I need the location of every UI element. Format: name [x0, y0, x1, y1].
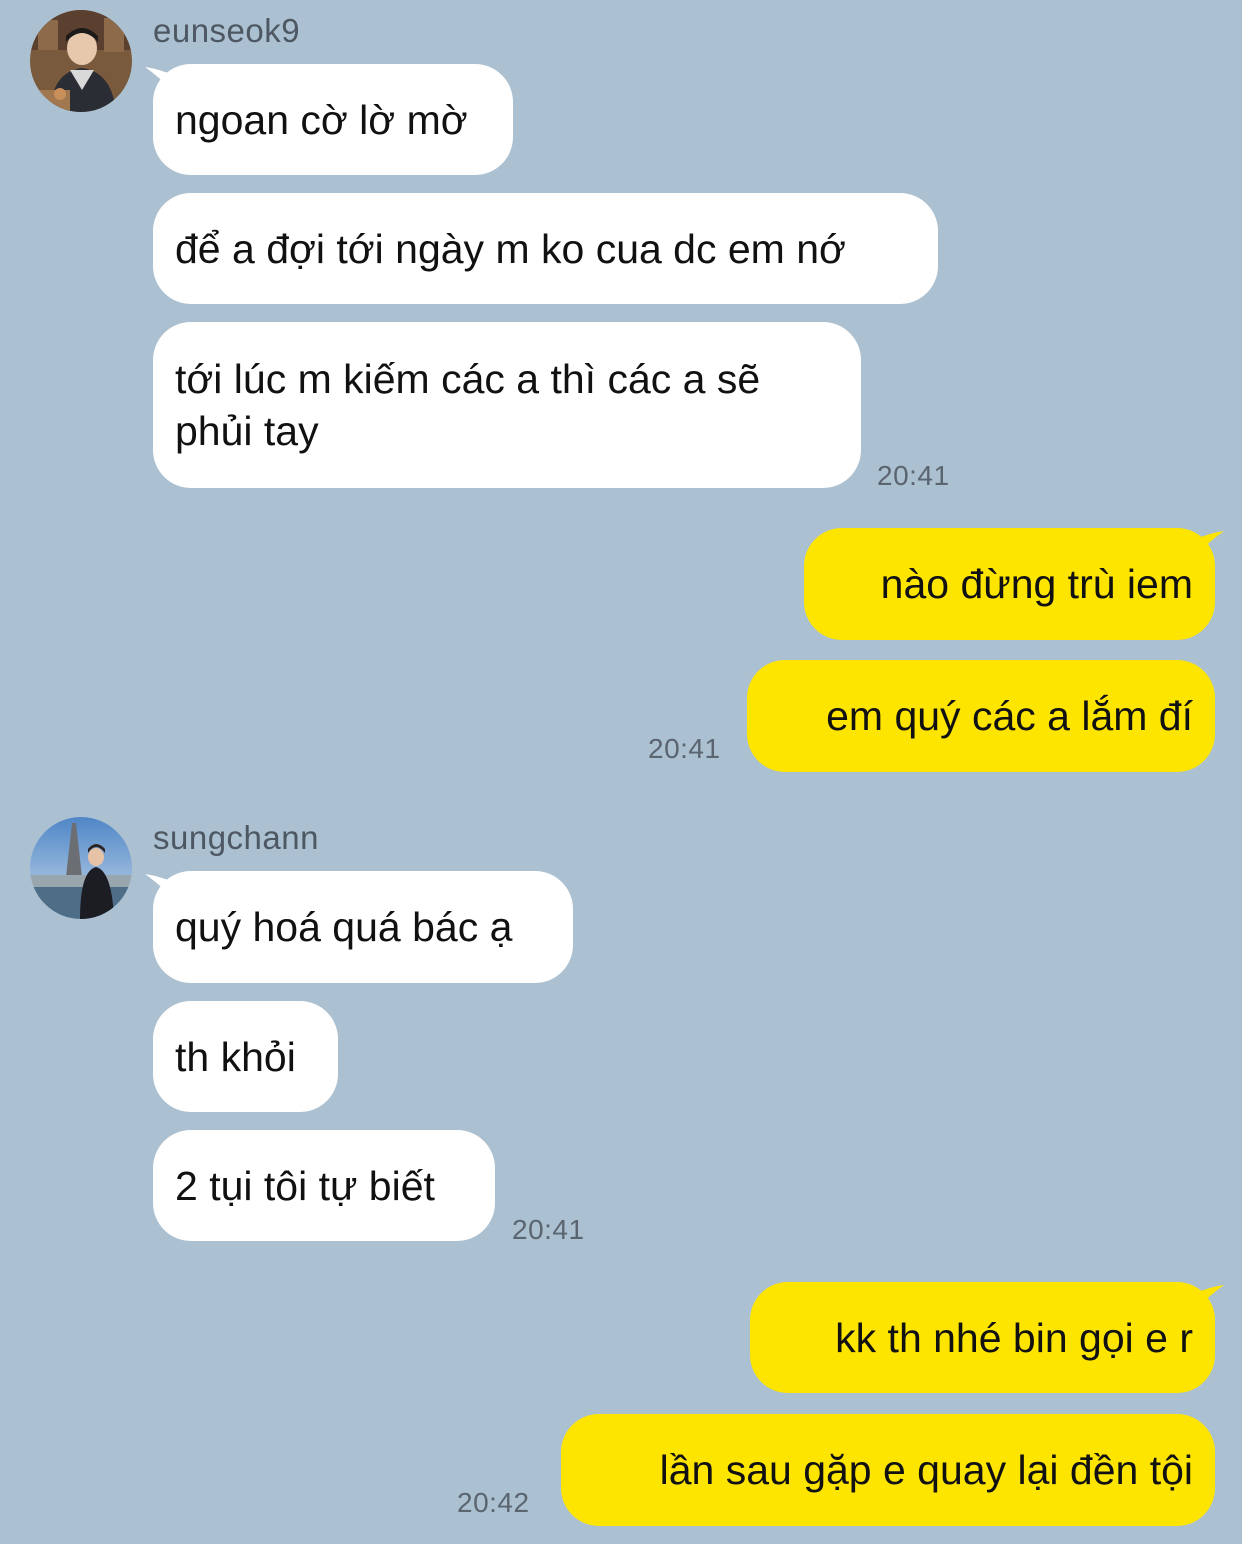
avatar-sungchann[interactable]	[30, 817, 132, 919]
message-bubble[interactable]: th khỏi	[153, 1001, 338, 1112]
message-bubble[interactable]: lần sau gặp e quay lại đền tội	[561, 1414, 1215, 1526]
avatar-eunseok9[interactable]	[30, 10, 132, 112]
message-bubble[interactable]: ngoan cờ lờ mờ	[153, 64, 513, 175]
message-text: tới lúc m kiếm các a thì các a sẽ phủi t…	[175, 356, 761, 454]
message-text: để a đợi tới ngày m ko cua dc em nớ	[175, 225, 846, 272]
message-timestamp: 20:41	[648, 733, 721, 764]
message-text: lần sau gặp e quay lại đền tội	[659, 1447, 1193, 1493]
message-timestamp: 20:42	[457, 1487, 530, 1518]
profile-photo-icon	[30, 817, 132, 919]
message-bubble[interactable]: 2 tụi tôi tự biết	[153, 1130, 495, 1241]
message-text: th khỏi	[175, 1033, 296, 1080]
message-text: 2 tụi tôi tự biết	[175, 1162, 435, 1209]
sender-name-eunseok9: eunseok9	[153, 12, 301, 49]
message-timestamp: 20:41	[512, 1214, 585, 1245]
message-text: em quý các a lắm đí	[826, 693, 1193, 739]
message-bubble[interactable]: quý hoá quá bác ạ	[153, 871, 573, 983]
profile-photo-icon	[30, 10, 132, 112]
message-bubble[interactable]: em quý các a lắm đí	[747, 660, 1215, 772]
message-timestamp: 20:41	[877, 460, 950, 491]
message-text: nào đừng trù iem	[880, 561, 1193, 607]
message-bubble[interactable]: kk th nhé bin gọi e r	[750, 1282, 1215, 1393]
message-text: quý hoá quá bác ạ	[175, 904, 513, 950]
message-text: kk th nhé bin gọi e r	[835, 1314, 1193, 1361]
message-text: ngoan cờ lờ mờ	[175, 96, 468, 143]
message-bubble[interactable]: nào đừng trù iem	[804, 528, 1215, 640]
sender-name-sungchann: sungchann	[153, 819, 319, 856]
message-bubble[interactable]: để a đợi tới ngày m ko cua dc em nớ	[153, 193, 938, 304]
message-bubble[interactable]: tới lúc m kiếm các a thì các a sẽ phủi t…	[153, 322, 861, 488]
